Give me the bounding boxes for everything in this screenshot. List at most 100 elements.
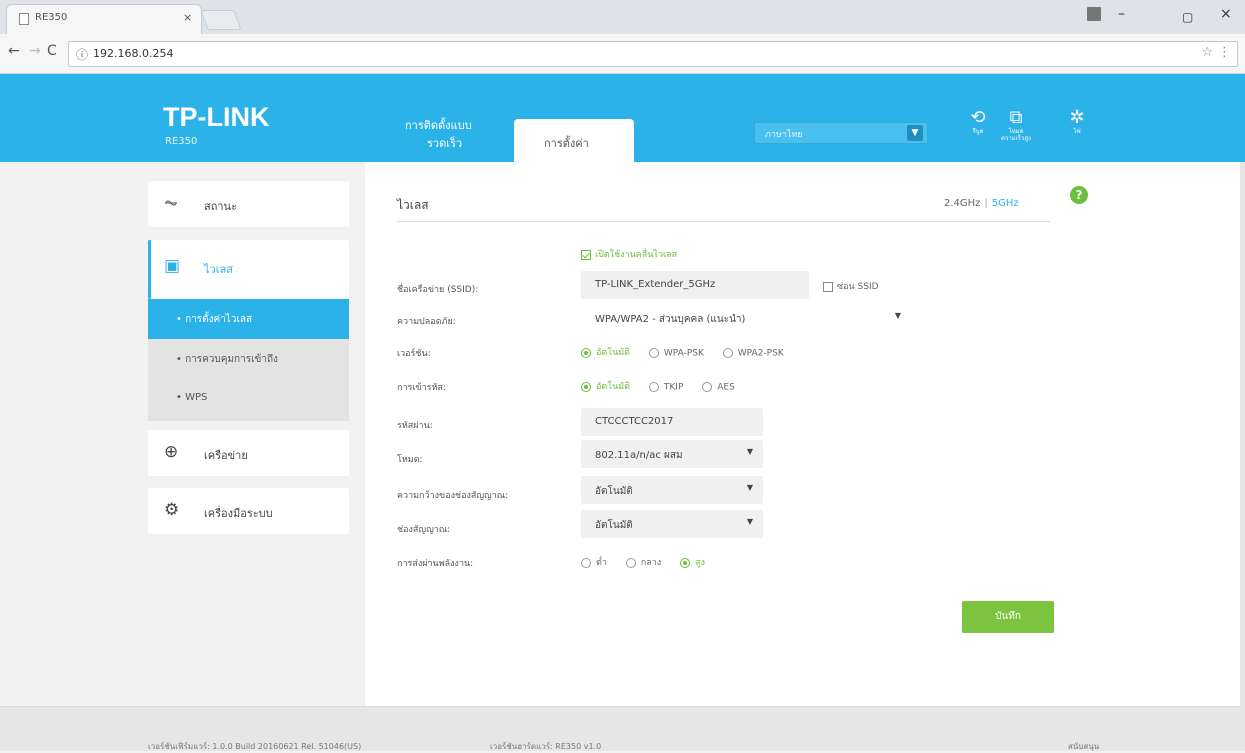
- sidebar-item-wps[interactable]: • WPS: [148, 379, 349, 419]
- version-radio-wpa-psk[interactable]: WPA-PSK: [648, 347, 704, 358]
- encryption-radio-tkip[interactable]: TKIP: [648, 381, 683, 392]
- led-icon: ✲: [1069, 107, 1085, 128]
- browser-tabbar: RE350 × – ▢ ×: [0, 0, 1245, 34]
- info-icon[interactable]: ⓘ: [76, 46, 88, 63]
- wireless-subnav: • การตั้งค่าไวเลส • การควบคุมการเข้าถึง …: [148, 299, 349, 421]
- encryption-radio-aes[interactable]: AES: [702, 381, 735, 392]
- password-label: รหัสผ่าน:: [397, 421, 433, 431]
- version-radio-wpa2-psk[interactable]: WPA2-PSK: [722, 347, 784, 358]
- url-input[interactable]: ⓘ 192.168.0.254 ☆ ⋮: [68, 41, 1238, 67]
- page-title: ไวเลส: [397, 198, 429, 212]
- radio-selected-icon: [581, 347, 591, 358]
- ssid-label: ชื่อเครือข่าย (SSID):: [397, 285, 479, 295]
- hide-ssid-label: ซ่อน SSID: [837, 282, 879, 292]
- vertical-scrollbar[interactable]: [1240, 162, 1245, 751]
- radio-icon: [648, 347, 659, 358]
- sidebar-item-network[interactable]: ⊕ เครือข่าย: [148, 430, 349, 476]
- page-icon: [19, 13, 29, 25]
- reboot-button[interactable]: ⟲ รีบูต: [962, 107, 994, 136]
- radio-icon: [581, 557, 591, 568]
- security-value: WPA/WPA2 - ส่วนบุคคล (แนะนำ): [595, 314, 746, 325]
- channel-width-select[interactable]: อัตโนมัติ ▼: [581, 476, 763, 504]
- sidebar-item-access-control[interactable]: • การควบคุมการเข้าถึง: [148, 339, 349, 379]
- wireless-icon: ▣: [164, 256, 181, 276]
- tab-close-button[interactable]: ×: [183, 11, 192, 24]
- radio-selected-icon: [581, 381, 591, 392]
- minimize-button[interactable]: –: [1118, 6, 1125, 22]
- password-input[interactable]: CTCCCTCC2017: [581, 408, 763, 436]
- support-link[interactable]: สนับสนุน: [1068, 740, 1099, 753]
- version-radio-group: อัตโนมัติ WPA-PSK WPA2-PSK: [581, 345, 800, 359]
- mode-select[interactable]: 802.11a/n/ac ผสม ▼: [581, 440, 763, 468]
- language-select[interactable]: ภาษาไทย ▼: [754, 122, 928, 144]
- high-speed-mode-button[interactable]: ⧉ โหมดความเร็วสูง: [1000, 107, 1032, 143]
- tx-power-label: การส่งผ่านพลังงาน:: [397, 559, 474, 569]
- browser-menu-icon[interactable]: ⋮: [1218, 45, 1231, 60]
- ssid-value: TP-LINK_Extender_5GHz: [595, 279, 716, 290]
- reload-icon[interactable]: C: [47, 43, 57, 59]
- chevron-down-icon: ▼: [746, 483, 753, 492]
- bookmark-star-icon[interactable]: ☆: [1201, 45, 1213, 60]
- help-icon[interactable]: ?: [1070, 186, 1088, 204]
- channel-width-value: อัตโนมัติ: [595, 486, 633, 497]
- checkbox-icon: [823, 281, 833, 292]
- sidebar-item-label: สถานะ: [204, 200, 237, 213]
- tplink-logo: TP-LINK: [163, 102, 270, 132]
- hardware-version: เวอร์ชันฮาร์ดแวร์: RE350 v1.0: [490, 742, 602, 751]
- radio-icon: [648, 381, 659, 392]
- tab-quick-setup-label-line2: รวดเร็ว: [427, 137, 463, 150]
- sidebar-item-system-tools[interactable]: ⚙ เครื่องมือระบบ: [148, 488, 349, 534]
- hide-ssid-checkbox[interactable]: ซ่อน SSID: [823, 279, 879, 293]
- tab-title: RE350: [35, 12, 68, 23]
- sidebar-item-wireless-settings[interactable]: • การตั้งค่าไวเลส: [148, 299, 349, 339]
- save-button[interactable]: บันทึก: [962, 601, 1054, 633]
- band-separator: |: [984, 198, 988, 209]
- radio-icon: [722, 347, 733, 358]
- password-value: CTCCCTCC2017: [595, 416, 674, 427]
- led-button[interactable]: ✲ ไฟ: [1061, 107, 1093, 136]
- subnav-label: • WPS: [176, 392, 208, 403]
- high-speed-mode-icon: ⧉: [1009, 107, 1023, 128]
- main-panel: [365, 162, 1240, 706]
- band-24ghz-link[interactable]: 2.4GHz: [944, 198, 980, 209]
- section-divider: [397, 221, 1050, 222]
- encryption-radio-group: อัตโนมัติ TKIP AES: [581, 379, 751, 393]
- globe-icon: ⊕: [164, 442, 179, 462]
- channel-select[interactable]: อัตโนมัติ ▼: [581, 510, 763, 538]
- encryption-radio-auto[interactable]: อัตโนมัติ: [581, 379, 630, 393]
- close-window-button[interactable]: ×: [1220, 6, 1232, 22]
- security-select[interactable]: WPA/WPA2 - ส่วนบุคคล (แนะนำ) ▼: [581, 304, 911, 332]
- tx-power-radio-low[interactable]: ต่ำ: [581, 555, 607, 569]
- footer: เวอร์ชันเฟิร์มแวร์: 1.0.0 Build 20160621…: [0, 706, 1240, 751]
- address-bar: ← → C ⓘ 192.168.0.254 ☆ ⋮: [0, 34, 1245, 74]
- extension-icon[interactable]: [1087, 7, 1101, 21]
- version-radio-auto[interactable]: อัตโนมัติ: [581, 345, 630, 359]
- status-icon: ⏦: [164, 193, 178, 213]
- tx-power-radio-medium[interactable]: กลาง: [625, 555, 661, 569]
- radio-icon: [702, 381, 713, 392]
- chevron-down-icon: ▼: [746, 447, 753, 456]
- back-arrow-icon[interactable]: ←: [8, 43, 20, 59]
- tx-power-radio-group: ต่ำ กลาง สูง: [581, 555, 721, 569]
- tx-power-radio-high[interactable]: สูง: [680, 555, 705, 569]
- sidebar-item-status[interactable]: ⏦ สถานะ: [148, 181, 349, 227]
- subnav-label: • การควบคุมการเข้าถึง: [176, 354, 278, 365]
- maximize-button[interactable]: ▢: [1182, 10, 1193, 24]
- tab-settings[interactable]: การตั้งค่า: [514, 119, 634, 162]
- browser-tab[interactable]: RE350 ×: [6, 4, 202, 34]
- router-header: TP-LINK RE350 การติดตั้งแบบ รวดเร็ว การต…: [0, 74, 1245, 162]
- sidebar-item-wireless[interactable]: ▣ ไวเลส: [148, 240, 349, 299]
- firmware-version: เวอร์ชันเฟิร์มแวร์: 1.0.0 Build 20160621…: [148, 742, 362, 751]
- sidebar-item-label: เครื่องมือระบบ: [204, 507, 273, 520]
- channel-value: อัตโนมัติ: [595, 520, 633, 531]
- enable-wireless-checkbox[interactable]: เปิดใช้งานคลื่นไวเลส: [581, 247, 677, 261]
- tab-settings-label: การตั้งค่า: [544, 137, 589, 150]
- new-tab-button[interactable]: [200, 10, 242, 30]
- subnav-label: • การตั้งค่าไวเลส: [176, 314, 253, 325]
- reboot-icon: ⟲: [970, 107, 986, 128]
- forward-arrow-icon[interactable]: →: [29, 43, 41, 59]
- ssid-input[interactable]: TP-LINK_Extender_5GHz: [581, 271, 809, 299]
- tab-quick-setup[interactable]: การติดตั้งแบบ รวดเร็ว: [405, 117, 511, 153]
- checkbox-checked-icon: [581, 249, 591, 260]
- band-5ghz-link[interactable]: 5GHz: [992, 198, 1019, 209]
